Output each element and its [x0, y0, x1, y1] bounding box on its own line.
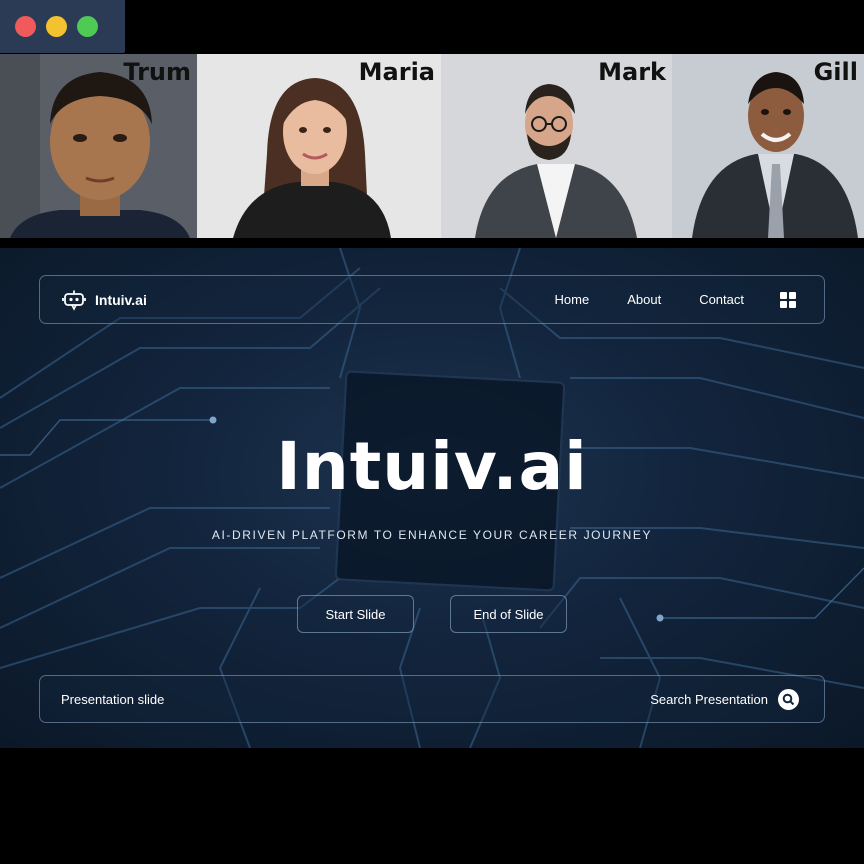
maximize-window-button[interactable]	[77, 16, 98, 37]
participant-tile-gill[interactable]: Gill	[672, 54, 864, 238]
close-window-button[interactable]	[15, 16, 36, 37]
participant-strip: Trum Maria Mark Gill	[0, 54, 864, 238]
participant-name: Mark	[598, 58, 666, 86]
presentation-navbar: Intuiv.ai Home About Contact	[39, 275, 825, 324]
participant-name: Gill	[813, 58, 858, 86]
participant-name: Maria	[358, 58, 435, 86]
presentation-search-bar[interactable]: Presentation slide Search Presentation	[39, 675, 825, 723]
start-slide-button[interactable]: Start Slide	[297, 595, 414, 633]
participant-tile-trum[interactable]: Trum	[0, 54, 197, 238]
participant-tile-maria[interactable]: Maria	[197, 54, 441, 238]
nav-contact-link[interactable]: Contact	[699, 292, 744, 307]
window-titlebar	[0, 0, 125, 53]
nav-links: Home About Contact	[555, 292, 744, 307]
presentation-slide: Intuiv.ai Home About Contact Intuiv.ai A…	[0, 248, 864, 748]
minimize-window-button[interactable]	[46, 16, 67, 37]
nav-home-link[interactable]: Home	[555, 292, 590, 307]
hero-title: Intuiv.ai	[276, 428, 588, 505]
grid-menu-icon[interactable]	[780, 292, 796, 308]
nav-about-link[interactable]: About	[627, 292, 661, 307]
search-presentation-label[interactable]: Search Presentation	[650, 692, 768, 707]
end-of-slide-button[interactable]: End of Slide	[450, 595, 567, 633]
presentation-slide-label: Presentation slide	[61, 692, 165, 707]
participant-name: Trum	[123, 58, 191, 86]
participant-tile-mark[interactable]: Mark	[441, 54, 672, 238]
brand[interactable]: Intuiv.ai	[62, 289, 147, 311]
hero-subtitle: AI-DRIVEN PLATFORM TO ENHANCE YOUR CAREE…	[211, 528, 653, 542]
search-icon[interactable]	[778, 689, 799, 710]
brand-name: Intuiv.ai	[95, 292, 147, 308]
robot-icon	[62, 290, 86, 311]
